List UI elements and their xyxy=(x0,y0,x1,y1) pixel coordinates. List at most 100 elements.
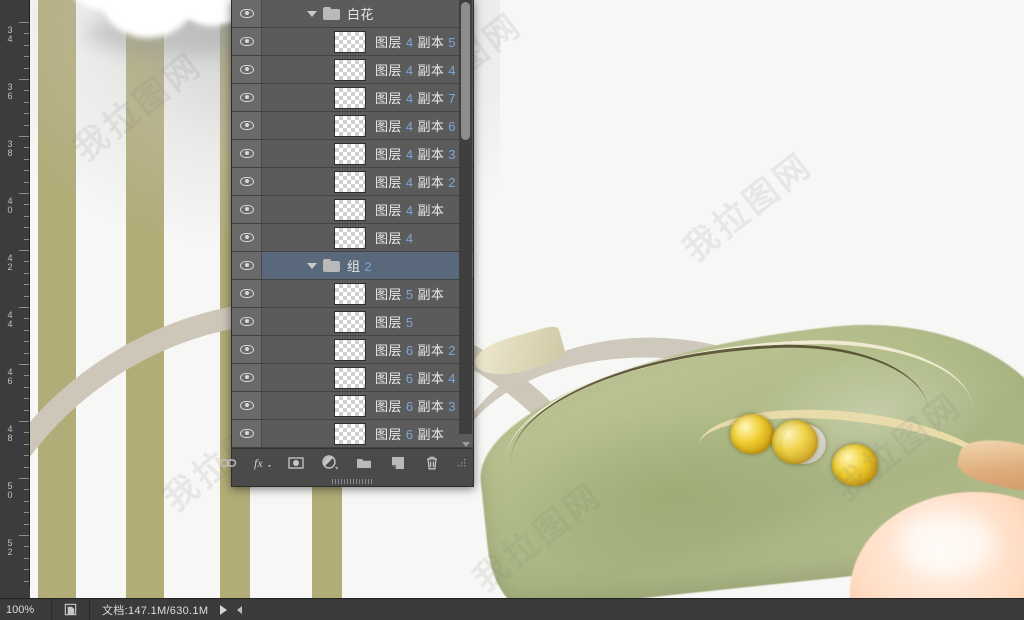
link-icon[interactable] xyxy=(219,454,237,472)
ruler-tick-minor xyxy=(24,124,29,126)
layer-link-cell[interactable] xyxy=(262,280,298,307)
layer-visibility-toggle[interactable] xyxy=(232,140,262,167)
layer-visibility-toggle[interactable] xyxy=(232,364,262,391)
adjustment-icon[interactable] xyxy=(321,454,339,472)
layer-visibility-toggle[interactable] xyxy=(232,28,262,55)
layers-scrollbar[interactable] xyxy=(459,0,472,434)
status-bar[interactable]: 100% 文档:147.1M/630.1M xyxy=(0,598,1024,620)
layer-group-row[interactable]: 白花 xyxy=(232,0,473,28)
new-layer-icon[interactable] xyxy=(389,454,407,472)
layer-visibility-toggle[interactable] xyxy=(232,308,262,335)
ruler-label: 34 xyxy=(7,25,13,44)
scroll-down-arrow-icon[interactable] xyxy=(462,442,470,447)
layer-visibility-toggle[interactable] xyxy=(232,168,262,195)
layer-group-row[interactable]: 组 2 xyxy=(232,252,473,280)
layer-row-body: 图层 4 副本 5 xyxy=(298,30,456,53)
layer-name: 图层 4 xyxy=(375,231,414,246)
layer-link-cell[interactable] xyxy=(262,84,298,111)
layer-row[interactable]: 图层 5 xyxy=(232,308,473,336)
zoom-level[interactable]: 100% xyxy=(0,599,52,620)
ruler-tick-major xyxy=(19,193,29,194)
layer-link-cell[interactable] xyxy=(262,56,298,83)
mask-icon[interactable] xyxy=(287,454,305,472)
layer-thumbnail[interactable] xyxy=(334,226,366,249)
layer-row[interactable]: 图层 5 副本 xyxy=(232,280,473,308)
ruler-tick-minor xyxy=(24,455,29,457)
layer-row[interactable]: 图层 4 副本 5 xyxy=(232,28,473,56)
ruler-tick-minor xyxy=(24,272,29,274)
layer-link-cell[interactable] xyxy=(262,168,298,195)
resize-grip-icon[interactable] xyxy=(457,454,467,472)
layer-visibility-toggle[interactable] xyxy=(232,252,262,279)
layer-row[interactable]: 图层 4 副本 3 xyxy=(232,140,473,168)
layers-scrollbar-thumb[interactable] xyxy=(461,2,470,140)
layer-thumbnail[interactable] xyxy=(334,86,366,109)
layer-thumbnail[interactable] xyxy=(334,58,366,81)
eye-icon xyxy=(239,37,254,46)
panel-resize-grip[interactable] xyxy=(232,476,473,486)
layer-row[interactable]: 图层 4 副本 2 xyxy=(232,168,473,196)
layer-thumbnail[interactable] xyxy=(334,310,366,333)
layer-visibility-toggle[interactable] xyxy=(232,56,262,83)
document-preview-icon[interactable] xyxy=(52,599,90,620)
document-canvas[interactable]: 我拉图网 我拉图网 我拉图网 我拉图网 我拉图网 我拉图网 xyxy=(30,0,1024,598)
layer-thumbnail[interactable] xyxy=(334,198,366,221)
back-arrow-icon[interactable] xyxy=(237,605,243,614)
chevron-down-icon[interactable] xyxy=(307,10,317,17)
layer-thumbnail[interactable] xyxy=(334,114,366,137)
layer-link-cell[interactable] xyxy=(262,0,298,27)
ruler-tick-minor xyxy=(24,227,29,229)
layer-link-cell[interactable] xyxy=(262,308,298,335)
layer-visibility-toggle[interactable] xyxy=(232,196,262,223)
layer-row[interactable]: 图层 4 副本 4 xyxy=(232,56,473,84)
layer-thumbnail[interactable] xyxy=(334,282,366,305)
layer-thumbnail[interactable] xyxy=(334,142,366,165)
layer-thumbnail[interactable] xyxy=(334,170,366,193)
ruler-tick-minor xyxy=(24,489,29,491)
layer-row[interactable]: 图层 4 xyxy=(232,224,473,252)
layer-link-cell[interactable] xyxy=(262,336,298,363)
layer-thumbnail[interactable] xyxy=(334,30,366,53)
ruler-label: 40 xyxy=(7,196,13,215)
layer-row[interactable]: 图层 6 副本 xyxy=(232,420,473,448)
layer-row[interactable]: 图层 4 副本 7 xyxy=(232,84,473,112)
layer-link-cell[interactable] xyxy=(262,196,298,223)
ruler-tick-minor xyxy=(24,569,29,571)
layer-visibility-toggle[interactable] xyxy=(232,84,262,111)
layer-thumbnail[interactable] xyxy=(334,394,366,417)
trash-icon[interactable] xyxy=(423,454,441,472)
layers-panel[interactable]: 白花 图层 4 副本 5 图层 4 副本 4 图层 4 副本 7 图层 4 副本 6 图层… xyxy=(219,0,474,487)
ruler-tick-minor xyxy=(24,512,29,514)
chevron-down-icon[interactable] xyxy=(307,262,317,269)
layer-row[interactable]: 图层 6 副本 4 xyxy=(232,364,473,392)
layer-row[interactable]: 图层 4 副本 xyxy=(232,196,473,224)
fx-icon[interactable]: fx xyxy=(253,454,271,472)
layer-link-cell[interactable] xyxy=(262,392,298,419)
layer-row[interactable]: 图层 6 副本 3 xyxy=(232,392,473,420)
layer-row[interactable]: 图层 6 副本 2 xyxy=(232,336,473,364)
layer-link-cell[interactable] xyxy=(262,224,298,251)
play-arrow-icon[interactable] xyxy=(220,604,228,615)
layer-row[interactable]: 图层 4 副本 6 xyxy=(232,112,473,140)
layer-visibility-toggle[interactable] xyxy=(232,0,262,27)
layer-link-cell[interactable] xyxy=(262,140,298,167)
layer-visibility-toggle[interactable] xyxy=(232,336,262,363)
vertical-ruler[interactable]: 343638404244464850525 xyxy=(0,0,30,616)
layer-link-cell[interactable] xyxy=(262,252,298,279)
layer-list[interactable]: 白花 图层 4 副本 5 图层 4 副本 4 图层 4 副本 7 图层 4 副本 6 图层… xyxy=(232,0,473,448)
layer-visibility-toggle[interactable] xyxy=(232,392,262,419)
layer-link-cell[interactable] xyxy=(262,28,298,55)
ruler-tick-minor xyxy=(24,215,29,217)
layer-visibility-toggle[interactable] xyxy=(232,224,262,251)
layer-link-cell[interactable] xyxy=(262,112,298,139)
layer-thumbnail[interactable] xyxy=(334,366,366,389)
layer-visibility-toggle[interactable] xyxy=(232,420,262,447)
layer-visibility-toggle[interactable] xyxy=(232,112,262,139)
layer-visibility-toggle[interactable] xyxy=(232,280,262,307)
layer-link-cell[interactable] xyxy=(262,420,298,447)
folder-icon[interactable] xyxy=(355,454,373,472)
layer-link-cell[interactable] xyxy=(262,364,298,391)
layer-thumbnail[interactable] xyxy=(334,338,366,361)
layer-thumbnail[interactable] xyxy=(334,422,366,445)
layers-panel-footer[interactable]: fx xyxy=(219,448,473,476)
